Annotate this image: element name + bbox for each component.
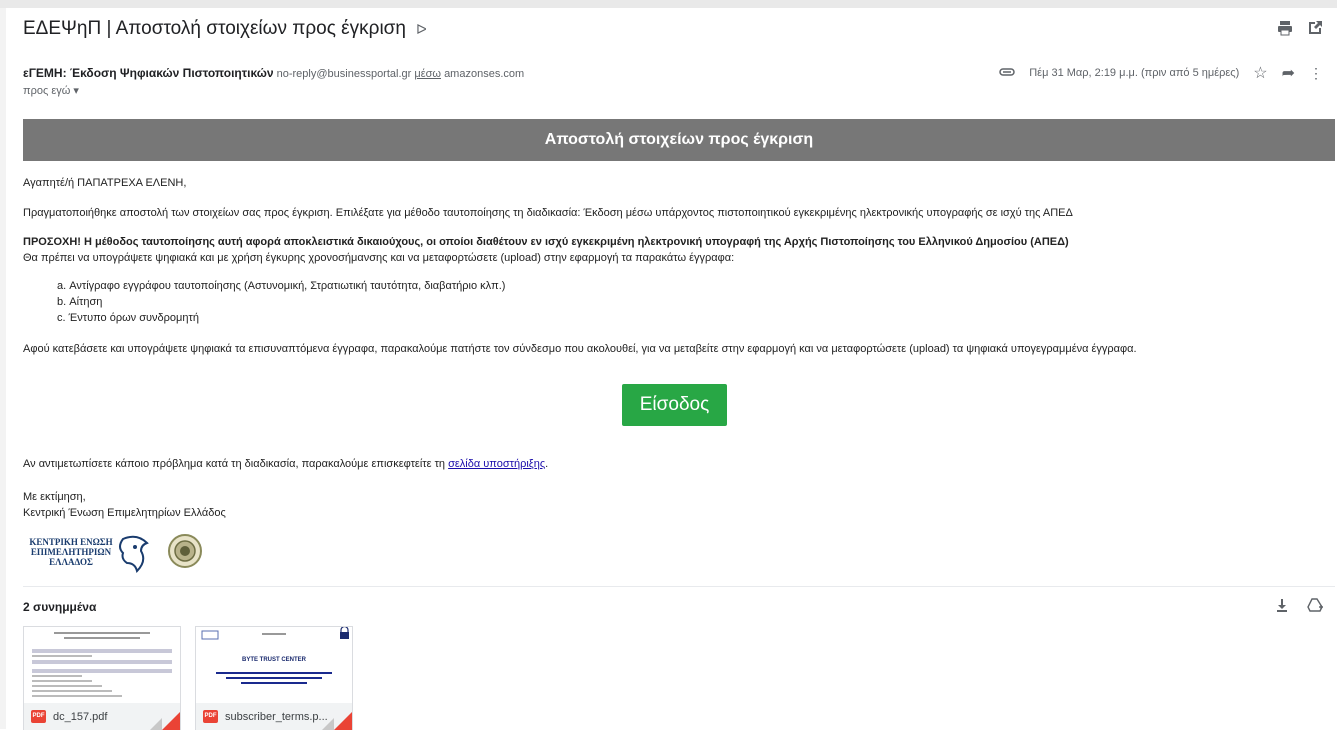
greeting: Αγαπητέ/ή ΠΑΠΑΤΡΕΧΑ ΕΛΕΝΗ, xyxy=(23,177,187,189)
star-icon[interactable]: ☆ xyxy=(1253,63,1267,83)
left-edge xyxy=(0,8,6,729)
doc-title: BYTE TRUST CENTER xyxy=(242,657,307,663)
paragraph-upload: Αφού κατεβάσετε και υπογράψετε ψηφιακά τ… xyxy=(23,343,1137,355)
login-button[interactable]: Είσοδος xyxy=(622,384,727,426)
recipient-dropdown[interactable]: προς εγώ ▾ xyxy=(23,84,79,97)
support-period: . xyxy=(545,458,549,470)
attachment-name: subscriber_terms.p... xyxy=(225,710,328,723)
attachment-preview xyxy=(24,627,180,703)
support-text: Αν αντιμετωπίσετε κάποιο πρόβλημα κατά τ… xyxy=(23,458,446,470)
open-in-new-window-icon[interactable] xyxy=(1307,20,1323,36)
message-meta: Πέμ 31 Μαρ, 2:19 μ.μ. (πριν από 5 ημέρες… xyxy=(999,63,1323,83)
organization-name: Κεντρική Ένωση Επιμελητηρίων Ελλάδος xyxy=(23,507,226,519)
attachment-preview: BYTE TRUST CENTER xyxy=(196,627,352,703)
attachment-card[interactable]: PDF dc_157.pdf xyxy=(23,626,181,730)
content-banner: Αποστολή στοιχείων προς έγκριση xyxy=(23,119,1335,161)
paragraph-instructions: Θα πρέπει να υπογράψετε ψηφιακά και με χ… xyxy=(23,252,735,264)
svg-text:ΕΠΙΜΕΛΗΤΗΡΙΩΝ: ΕΠΙΜΕΛΗΤΗΡΙΩΝ xyxy=(31,547,112,557)
emblem-logo xyxy=(167,533,203,574)
svg-text:ΚΕΝΤΡΙΚΗ ΕΝΩΣΗ: ΚΕΝΤΡΙΚΗ ΕΝΩΣΗ xyxy=(29,537,112,547)
documents-list: a. Αντίγραφο εγγράφου ταυτοποίησης (Αστυ… xyxy=(57,278,505,326)
sender-name[interactable]: εΓΕΜΗ: Έκδοση Ψηφιακών Πιστοποιητικών xyxy=(23,66,274,80)
download-all-icon[interactable] xyxy=(1275,598,1289,617)
page-fold xyxy=(322,718,334,730)
importance-marker-icon[interactable]: ᐅ xyxy=(416,21,427,38)
attachments-divider xyxy=(23,586,1335,587)
print-icon[interactable] xyxy=(1277,20,1293,36)
header-actions xyxy=(1277,20,1323,36)
attachment-card[interactable]: BYTE TRUST CENTER PDF subscriber_terms.p… xyxy=(195,626,353,730)
list-item: c. Έντυπο όρων συνδρομητή xyxy=(57,312,199,324)
sender-line: εΓΕΜΗ: Έκδοση Ψηφιακών Πιστοποιητικών no… xyxy=(23,66,524,80)
attachments-actions xyxy=(1275,598,1323,617)
more-options-icon[interactable]: ⋮ xyxy=(1309,65,1323,82)
via-domain: amazonses.com xyxy=(444,68,525,80)
sender-email: no-reply@businessportal.gr xyxy=(276,68,412,80)
support-paragraph: Αν αντιμετωπίσετε κάποιο πρόβλημα κατά τ… xyxy=(23,458,548,470)
paragraph-method: Πραγματοποιήθηκε αποστολή των στοιχείων … xyxy=(23,207,1073,219)
save-to-drive-icon[interactable] xyxy=(1307,598,1323,617)
pdf-icon: PDF xyxy=(31,710,46,723)
list-item: a. Αντίγραφο εγγράφου ταυτοποίησης (Αστυ… xyxy=(57,280,506,292)
keee-logo: ΚΕΝΤΡΙΚΗ ΕΝΩΣΗ ΕΠΙΜΕΛΗΤΗΡΙΩΝ ΕΛΛΑΔΟΣ xyxy=(23,533,158,578)
svg-text:ΕΛΛΑΔΟΣ: ΕΛΛΑΔΟΣ xyxy=(49,557,93,567)
pdf-corner-icon xyxy=(162,712,180,730)
regards: Με εκτίμηση, xyxy=(23,491,86,503)
subject-text: ΕΔΕΨηΠ | Αποστολή στοιχείων προς έγκριση xyxy=(23,18,406,39)
email-subject: ΕΔΕΨηΠ | Αποστολή στοιχείων προς έγκριση… xyxy=(23,18,427,40)
attachments-count: 2 συνημμένα xyxy=(23,600,97,614)
via-link[interactable]: μέσω xyxy=(414,68,441,80)
pdf-icon: PDF xyxy=(203,710,218,723)
attachment-name: dc_157.pdf xyxy=(53,710,108,723)
message-date: Πέμ 31 Μαρ, 2:19 μ.μ. (πριν από 5 ημέρες… xyxy=(1029,67,1240,79)
warning-text: ΠΡΟΣΟΧΗ! Η μέθοδος ταυτοποίησης αυτή αφο… xyxy=(23,236,1069,248)
support-page-link[interactable]: σελίδα υποστήριξης xyxy=(448,458,545,470)
pdf-corner-icon xyxy=(334,712,352,730)
top-bar xyxy=(0,0,1337,8)
list-item: b. Αίτηση xyxy=(57,296,103,308)
reply-icon[interactable]: ➦ xyxy=(1282,63,1295,83)
attachment-clip-icon xyxy=(999,67,1015,80)
page-fold xyxy=(150,718,162,730)
